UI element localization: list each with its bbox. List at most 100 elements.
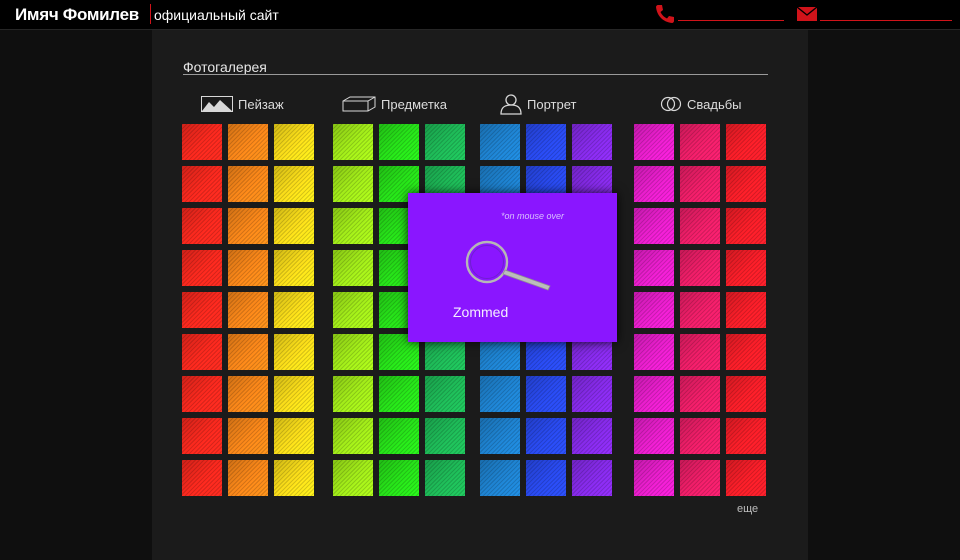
- gallery-thumbnail-still-life[interactable]: [333, 292, 373, 328]
- gallery-thumbnail-portrait[interactable]: [572, 376, 612, 412]
- gallery-thumbnail-landscape[interactable]: [274, 334, 314, 370]
- gallery-thumbnail-weddings[interactable]: [634, 292, 674, 328]
- gallery-thumbnail-still-life[interactable]: [379, 376, 419, 412]
- gallery-thumbnail-weddings[interactable]: [634, 460, 674, 496]
- gallery-thumbnail-weddings[interactable]: [680, 208, 720, 244]
- gallery-thumbnail-weddings[interactable]: [726, 208, 766, 244]
- gallery-thumbnail-weddings[interactable]: [680, 334, 720, 370]
- category-still-life-label: Предметка: [381, 96, 447, 112]
- gallery-thumbnail-weddings[interactable]: [680, 250, 720, 286]
- gallery-thumbnail-weddings[interactable]: [726, 292, 766, 328]
- gallery-thumbnail-weddings[interactable]: [680, 460, 720, 496]
- gallery-thumbnail-landscape[interactable]: [182, 376, 222, 412]
- gallery-thumbnail-portrait[interactable]: [480, 376, 520, 412]
- gallery-thumbnail-still-life[interactable]: [425, 124, 465, 160]
- gallery-thumbnail-weddings[interactable]: [634, 124, 674, 160]
- mail-icon: [796, 6, 818, 21]
- gallery-thumbnail-still-life[interactable]: [333, 166, 373, 202]
- gallery-thumbnail-still-life[interactable]: [333, 460, 373, 496]
- gallery-thumbnail-landscape[interactable]: [228, 334, 268, 370]
- gallery-thumbnail-landscape[interactable]: [182, 166, 222, 202]
- gallery-thumbnail-landscape[interactable]: [228, 418, 268, 454]
- gallery-thumbnail-landscape[interactable]: [228, 460, 268, 496]
- gallery-thumbnail-still-life[interactable]: [379, 460, 419, 496]
- magnifier-icon: [465, 240, 551, 291]
- rings-icon: [660, 96, 682, 112]
- gallery-thumbnail-weddings[interactable]: [726, 250, 766, 286]
- gallery-thumbnail-weddings[interactable]: [726, 418, 766, 454]
- gallery-thumbnail-landscape[interactable]: [182, 292, 222, 328]
- gallery-thumbnail-landscape[interactable]: [274, 418, 314, 454]
- more-link[interactable]: еще: [737, 503, 758, 515]
- gallery-thumbnail-weddings[interactable]: [634, 376, 674, 412]
- gallery-thumbnail-landscape[interactable]: [274, 208, 314, 244]
- gallery-thumbnail-weddings[interactable]: [726, 376, 766, 412]
- gallery-thumbnail-still-life[interactable]: [333, 418, 373, 454]
- gallery-thumbnail-landscape[interactable]: [182, 418, 222, 454]
- gallery-thumbnail-landscape[interactable]: [274, 460, 314, 496]
- gallery-thumbnail-portrait[interactable]: [572, 124, 612, 160]
- gallery-thumbnail-weddings[interactable]: [680, 418, 720, 454]
- gallery-thumbnail-still-life[interactable]: [333, 376, 373, 412]
- gallery-thumbnail-still-life[interactable]: [425, 376, 465, 412]
- gallery-thumbnail-still-life[interactable]: [333, 334, 373, 370]
- gallery-title: Фотогалерея: [183, 59, 267, 75]
- gallery-thumbnail-landscape[interactable]: [274, 250, 314, 286]
- gallery-thumbnail-still-life[interactable]: [379, 418, 419, 454]
- gallery-thumbnail-landscape[interactable]: [228, 208, 268, 244]
- gallery-thumbnail-weddings[interactable]: [680, 124, 720, 160]
- gallery-thumbnail-weddings[interactable]: [680, 292, 720, 328]
- gallery-thumbnail-landscape[interactable]: [274, 124, 314, 160]
- gallery-thumbnail-still-life[interactable]: [333, 250, 373, 286]
- gallery-thumbnail-still-life[interactable]: [333, 124, 373, 160]
- category-landscape[interactable]: Пейзаж: [201, 93, 284, 115]
- gallery-thumbnail-landscape[interactable]: [228, 292, 268, 328]
- mail-contact[interactable]: [796, 4, 952, 24]
- gallery-thumbnail-portrait[interactable]: [572, 418, 612, 454]
- gallery-thumbnail-portrait[interactable]: [480, 124, 520, 160]
- gallery-thumbnail-landscape[interactable]: [182, 208, 222, 244]
- gallery-thumbnail-weddings[interactable]: [634, 166, 674, 202]
- gallery-thumbnail-weddings[interactable]: [634, 418, 674, 454]
- gallery-thumbnail-weddings[interactable]: [634, 208, 674, 244]
- gallery-thumbnail-weddings[interactable]: [680, 166, 720, 202]
- category-portrait-label: Портрет: [527, 96, 577, 112]
- gallery-thumbnail-landscape[interactable]: [182, 334, 222, 370]
- gallery-thumbnail-still-life[interactable]: [379, 124, 419, 160]
- gallery-thumbnail-portrait[interactable]: [572, 460, 612, 496]
- gallery-thumbnail-landscape[interactable]: [228, 250, 268, 286]
- gallery-thumbnail-landscape[interactable]: [228, 124, 268, 160]
- gallery-thumbnail-landscape[interactable]: [228, 166, 268, 202]
- gallery-grid-landscape: [182, 124, 314, 496]
- gallery-thumbnail-portrait[interactable]: [526, 376, 566, 412]
- gallery-thumbnail-landscape[interactable]: [228, 376, 268, 412]
- gallery-thumbnail-landscape[interactable]: [274, 376, 314, 412]
- gallery-thumbnail-weddings[interactable]: [726, 334, 766, 370]
- gallery-thumbnail-portrait[interactable]: [480, 460, 520, 496]
- gallery-thumbnail-weddings[interactable]: [634, 334, 674, 370]
- gallery-thumbnail-still-life[interactable]: [425, 460, 465, 496]
- gallery-thumbnail-portrait[interactable]: [526, 418, 566, 454]
- gallery-thumbnail-weddings[interactable]: [726, 166, 766, 202]
- phone-contact[interactable]: [654, 4, 784, 24]
- gallery-thumbnail-landscape[interactable]: [182, 250, 222, 286]
- gallery-thumbnail-landscape[interactable]: [274, 292, 314, 328]
- gallery-thumbnail-weddings[interactable]: [680, 376, 720, 412]
- gallery-thumbnail-portrait[interactable]: [526, 460, 566, 496]
- gallery-thumbnail-landscape[interactable]: [182, 124, 222, 160]
- gallery-thumbnail-weddings[interactable]: [726, 124, 766, 160]
- mail-link-underline: [820, 20, 952, 21]
- category-portrait[interactable]: Портрет: [500, 93, 576, 115]
- gallery-thumbnail-portrait[interactable]: [480, 418, 520, 454]
- gallery-thumbnail-still-life[interactable]: [333, 208, 373, 244]
- gallery-thumbnail-weddings[interactable]: [634, 250, 674, 286]
- category-still-life[interactable]: Предметка: [342, 93, 447, 115]
- gallery-thumbnail-portrait[interactable]: [526, 124, 566, 160]
- site-brand[interactable]: Имяч Фомилев: [15, 5, 139, 25]
- person-icon: [500, 94, 522, 115]
- gallery-thumbnail-still-life[interactable]: [425, 418, 465, 454]
- gallery-thumbnail-landscape[interactable]: [182, 460, 222, 496]
- category-weddings[interactable]: Свадьбы: [660, 93, 742, 115]
- gallery-thumbnail-landscape[interactable]: [274, 166, 314, 202]
- gallery-thumbnail-weddings[interactable]: [726, 460, 766, 496]
